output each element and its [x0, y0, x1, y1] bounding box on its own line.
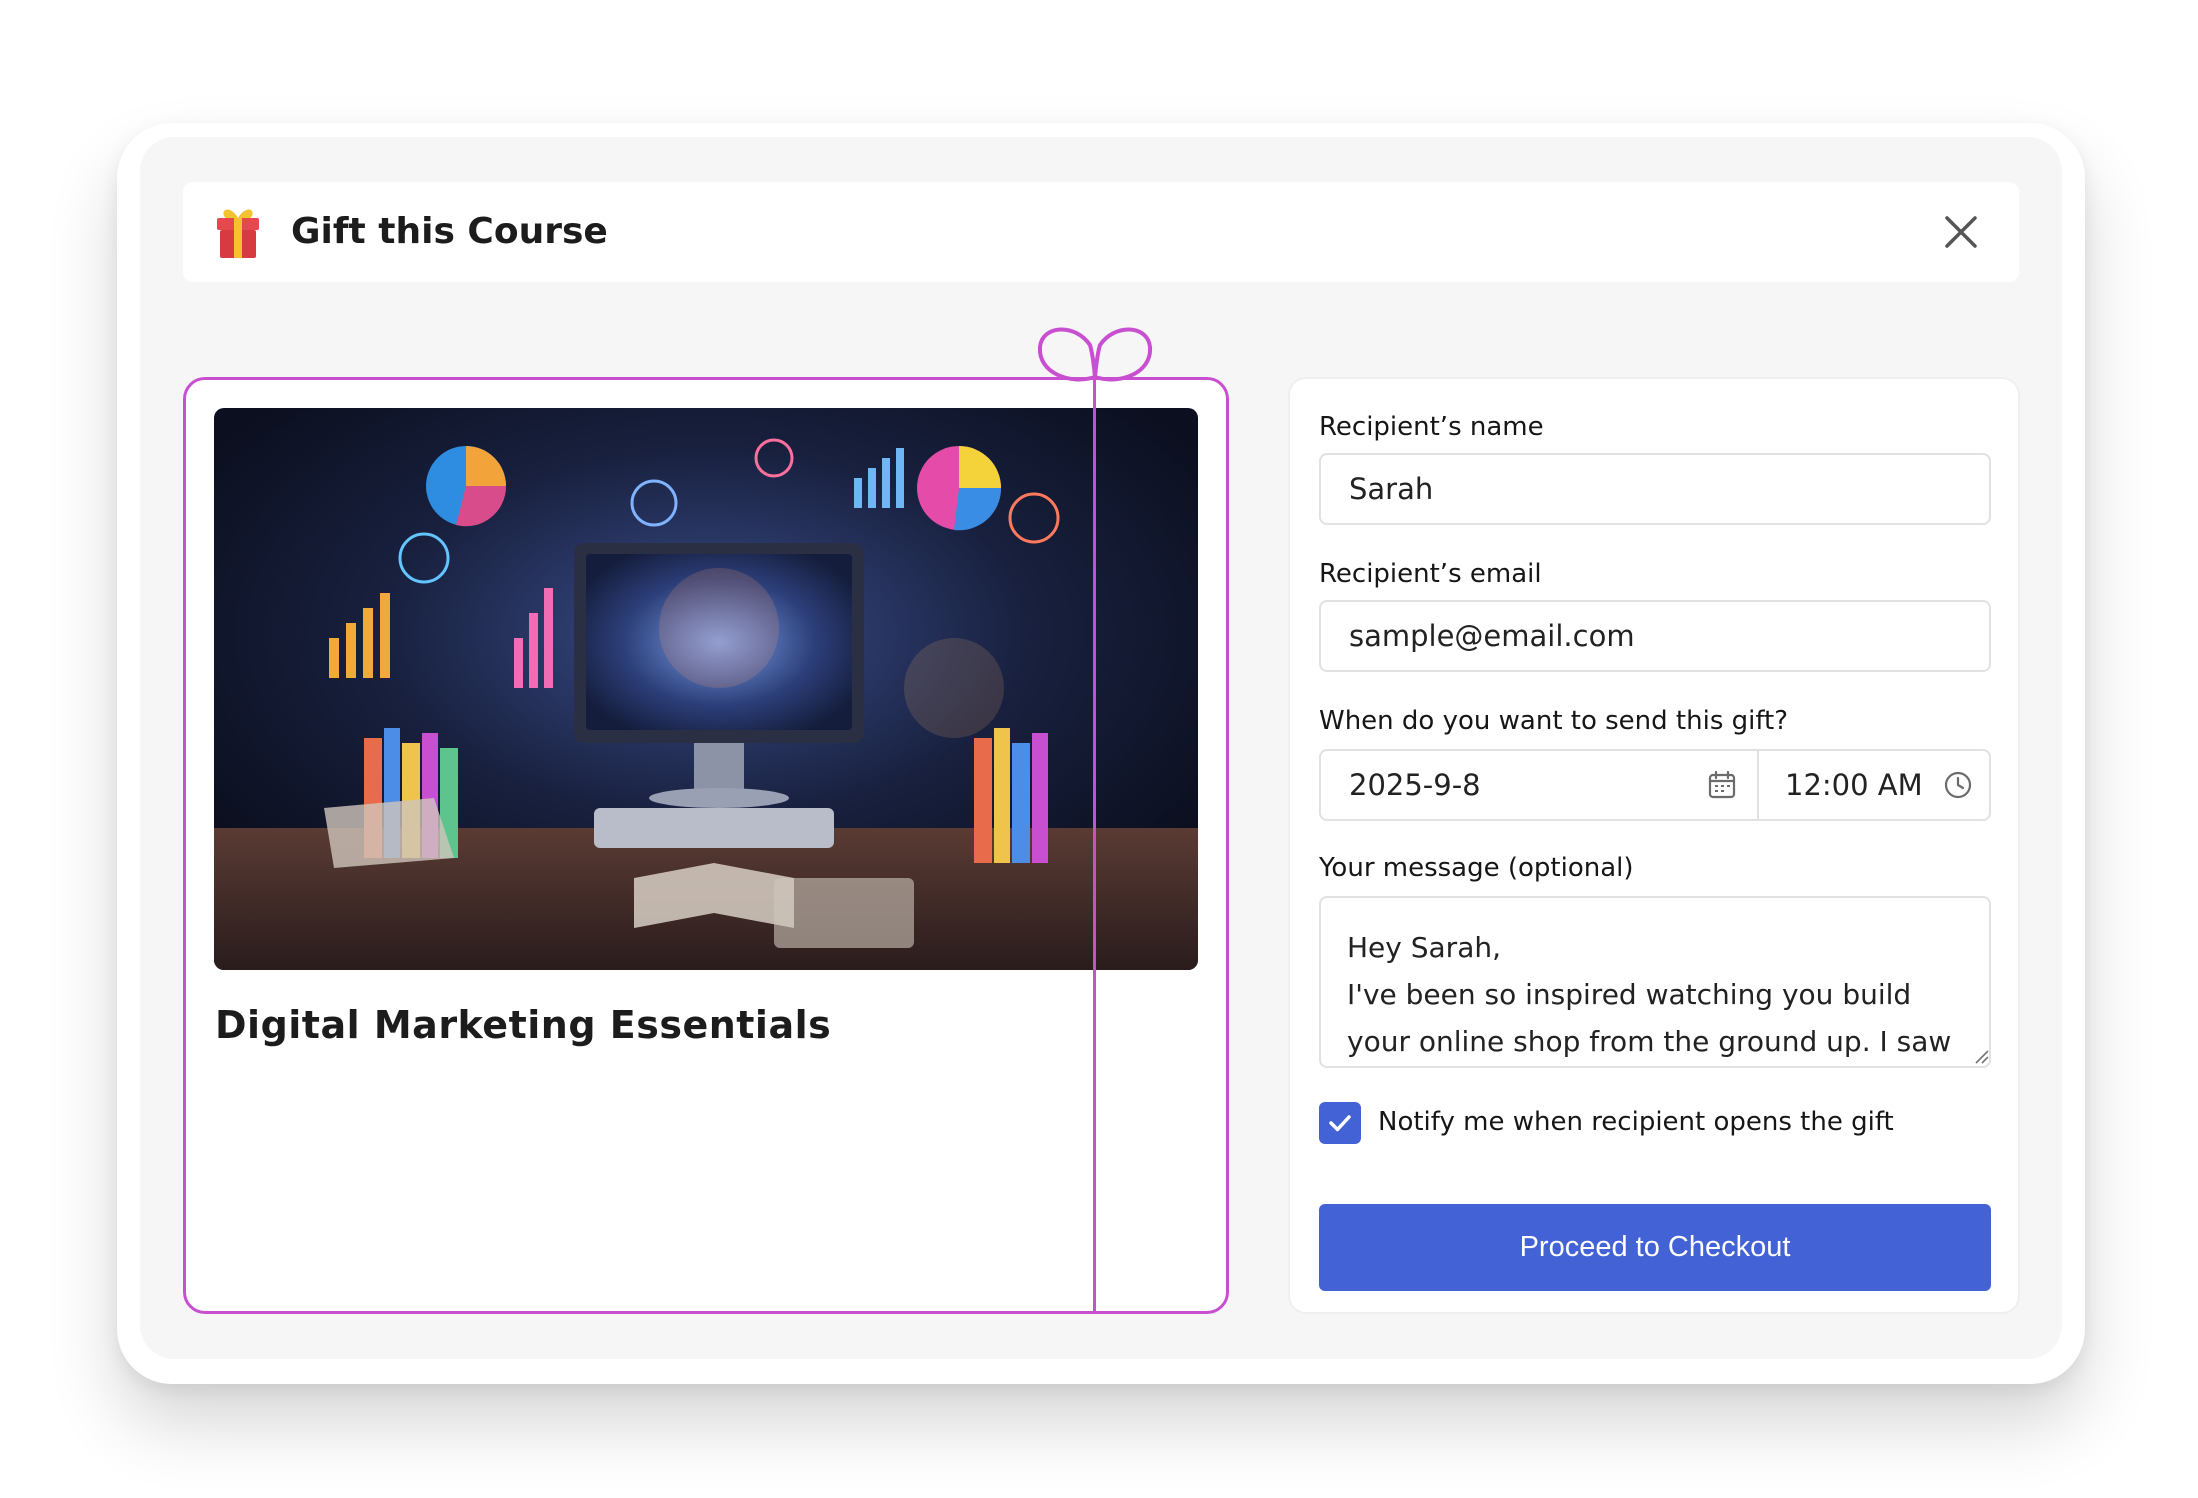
dialog-header: Gift this Course: [183, 182, 2019, 282]
course-illustration: [214, 408, 1198, 970]
course-title: Digital Marketing Essentials: [215, 1003, 832, 1047]
close-button[interactable]: [1939, 210, 1983, 254]
clock-icon: [1944, 771, 1972, 799]
send-datetime-picker: 2025-9-8 12:00 AM: [1319, 749, 1991, 821]
time-value: 12:00 AM: [1785, 768, 1923, 802]
course-gift-card: Digital Marketing Essentials: [183, 377, 1229, 1314]
send-time-label: When do you want to send this gift?: [1319, 706, 1789, 736]
recipient-email-input[interactable]: [1319, 600, 1991, 672]
calendar-icon: [1708, 770, 1736, 799]
recipient-email-label: Recipient’s email: [1319, 559, 1542, 589]
resize-grip-icon[interactable]: [1973, 1048, 1989, 1064]
checkmark-icon: [1329, 1115, 1351, 1132]
dialog-title: Gift this Course: [291, 211, 608, 252]
gift-icon: [217, 209, 259, 258]
close-icon: [1945, 216, 1977, 248]
notify-checkbox[interactable]: [1319, 1102, 1361, 1144]
recipient-name-input[interactable]: [1319, 453, 1991, 525]
date-picker[interactable]: 2025-9-8: [1321, 751, 1759, 819]
message-textarea[interactable]: Hey Sarah, I've been so inspired watchin…: [1319, 896, 1991, 1068]
gift-form: Recipient’s name Recipient’s email When …: [1288, 377, 2020, 1314]
proceed-to-checkout-button[interactable]: Proceed to Checkout: [1319, 1204, 1991, 1291]
recipient-name-label: Recipient’s name: [1319, 412, 1544, 442]
course-image: [214, 408, 1198, 970]
ribbon-bow-icon: [1037, 327, 1153, 382]
notify-checkbox-label: Notify me when recipient opens the gift: [1378, 1107, 1894, 1137]
message-label: Your message (optional): [1319, 853, 1634, 883]
ribbon-line: [1093, 377, 1096, 1314]
date-value: 2025-9-8: [1349, 768, 1481, 802]
time-picker[interactable]: 12:00 AM: [1757, 751, 1989, 819]
